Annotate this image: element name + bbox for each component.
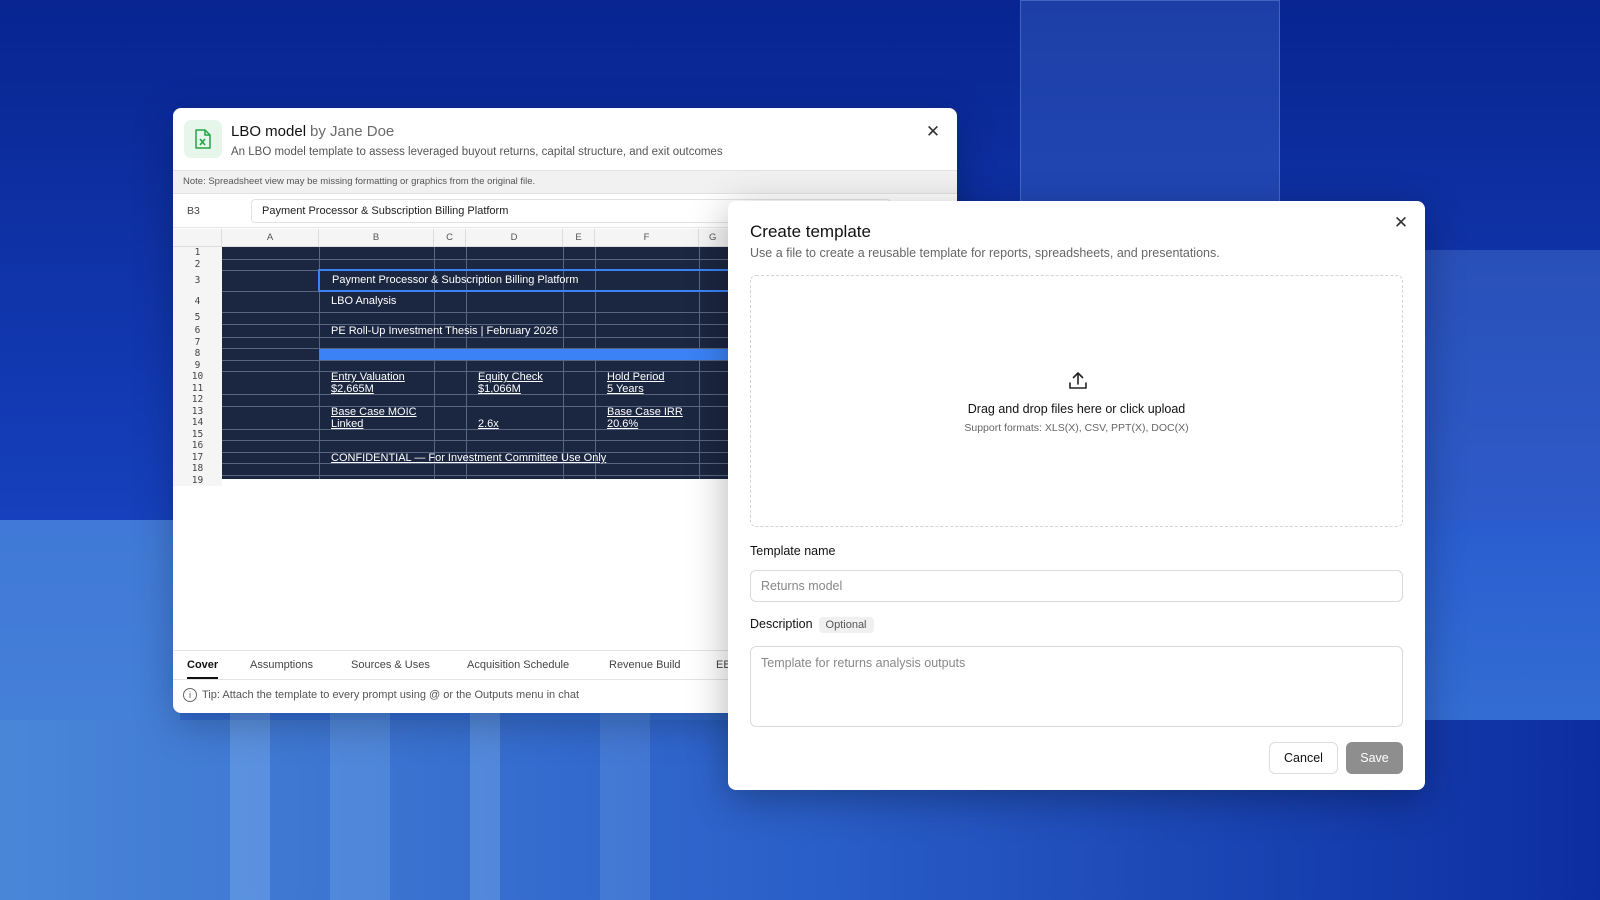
tab-revenue-build[interactable]: Revenue Build [609, 651, 681, 679]
column-header[interactable]: E [563, 229, 595, 247]
row-header[interactable]: 16 [173, 440, 222, 452]
row-header[interactable]: 7 [173, 337, 222, 348]
template-name-label: Template name [750, 544, 836, 558]
row-header[interactable]: 15 [173, 429, 222, 440]
cell-f10: Hold Period [607, 371, 665, 383]
cell-b3: Payment Processor & Subscription Billing… [332, 274, 579, 286]
row-header[interactable]: 17 [173, 452, 222, 463]
cell-b4: LBO Analysis [331, 295, 397, 307]
supported-formats: Support formats: XLS(X), CSV, PPT(X), DO… [964, 422, 1189, 434]
row-header[interactable]: 18 [173, 463, 222, 475]
cell-b14: Linked [331, 418, 364, 430]
description-label-row: Description Optional [750, 617, 874, 633]
tab-cover[interactable]: Cover [187, 651, 219, 679]
row-header[interactable]: 6 [173, 324, 222, 337]
row-header[interactable]: 4 [173, 291, 222, 312]
cancel-button[interactable]: Cancel [1269, 742, 1338, 774]
row-header[interactable]: 14 [173, 417, 222, 429]
optional-badge: Optional [818, 617, 874, 633]
cell-d10: Equity Check [478, 371, 543, 383]
cell-f14: 20.6% [607, 418, 639, 430]
spreadsheet-note: Note: Spreadsheet view may be missing fo… [173, 170, 957, 194]
description-input[interactable] [750, 646, 1403, 727]
tab-assumptions[interactable]: Assumptions [250, 651, 313, 679]
template-description: An LBO model template to assess leverage… [231, 146, 723, 158]
cell-reference: B3 [187, 205, 200, 217]
preview-header: LBO model by Jane Doe An LBO model templa… [173, 108, 957, 170]
cell-b10: Entry Valuation [331, 371, 405, 383]
column-header[interactable]: C [434, 229, 466, 247]
file-dropzone[interactable]: Drag and drop files here or click upload… [750, 275, 1403, 527]
cell-f13: Base Case IRR [607, 406, 683, 418]
template-title: LBO model by Jane Doe [231, 123, 395, 140]
info-icon: i [183, 688, 197, 702]
close-icon[interactable]: ✕ [923, 122, 943, 142]
row-header[interactable]: 1 [173, 247, 222, 259]
dialog-subtitle: Use a file to create a reusable template… [750, 246, 1220, 260]
column-header[interactable]: A [222, 229, 319, 247]
tip-line: i Tip: Attach the template to every prom… [183, 688, 579, 702]
column-header[interactable]: F [595, 229, 699, 247]
description-label: Description [750, 617, 813, 631]
tip-text: Tip: Attach the template to every prompt… [202, 689, 580, 701]
row-header[interactable]: 11 [173, 383, 222, 394]
cell-b17: CONFIDENTIAL — For Investment Committee … [331, 452, 607, 464]
column-header[interactable]: B [319, 229, 434, 247]
cell-b13: Base Case MOIC [331, 406, 417, 418]
row-header[interactable]: 9 [173, 360, 222, 371]
close-icon[interactable]: ✕ [1391, 213, 1411, 233]
row-header[interactable]: 10 [173, 371, 222, 383]
row-header[interactable]: 2 [173, 259, 222, 270]
cell-f11: 5 Years [607, 383, 644, 395]
row-header[interactable]: 12 [173, 394, 222, 406]
save-button[interactable]: Save [1346, 742, 1403, 774]
cell-b6: PE Roll-Up Investment Thesis | February … [331, 325, 559, 337]
cell-d11: $1,066M [478, 383, 521, 395]
template-author: by Jane Doe [310, 123, 395, 140]
excel-file-icon [184, 120, 222, 158]
column-header[interactable]: D [466, 229, 563, 247]
cell-b11: $2,665M [331, 383, 374, 395]
create-template-dialog: ✕ Create template Use a file to create a… [728, 201, 1425, 790]
row-header[interactable]: 13 [173, 406, 222, 417]
row-header[interactable]: 19 [173, 475, 222, 486]
template-name-input[interactable] [750, 570, 1403, 602]
upload-icon [1069, 372, 1087, 389]
row-header[interactable]: 8 [173, 348, 222, 360]
row-header[interactable]: 3 [173, 270, 222, 291]
tab-acquisition-schedule[interactable]: Acquisition Schedule [467, 651, 569, 679]
cell-d14: 2.6x [478, 418, 499, 430]
corner-cell [173, 229, 222, 247]
tab-sources-uses[interactable]: Sources & Uses [351, 651, 430, 679]
dropzone-instruction: Drag and drop files here or click upload [967, 402, 1186, 416]
dialog-title: Create template [750, 222, 871, 241]
row-header[interactable]: 5 [173, 312, 222, 324]
